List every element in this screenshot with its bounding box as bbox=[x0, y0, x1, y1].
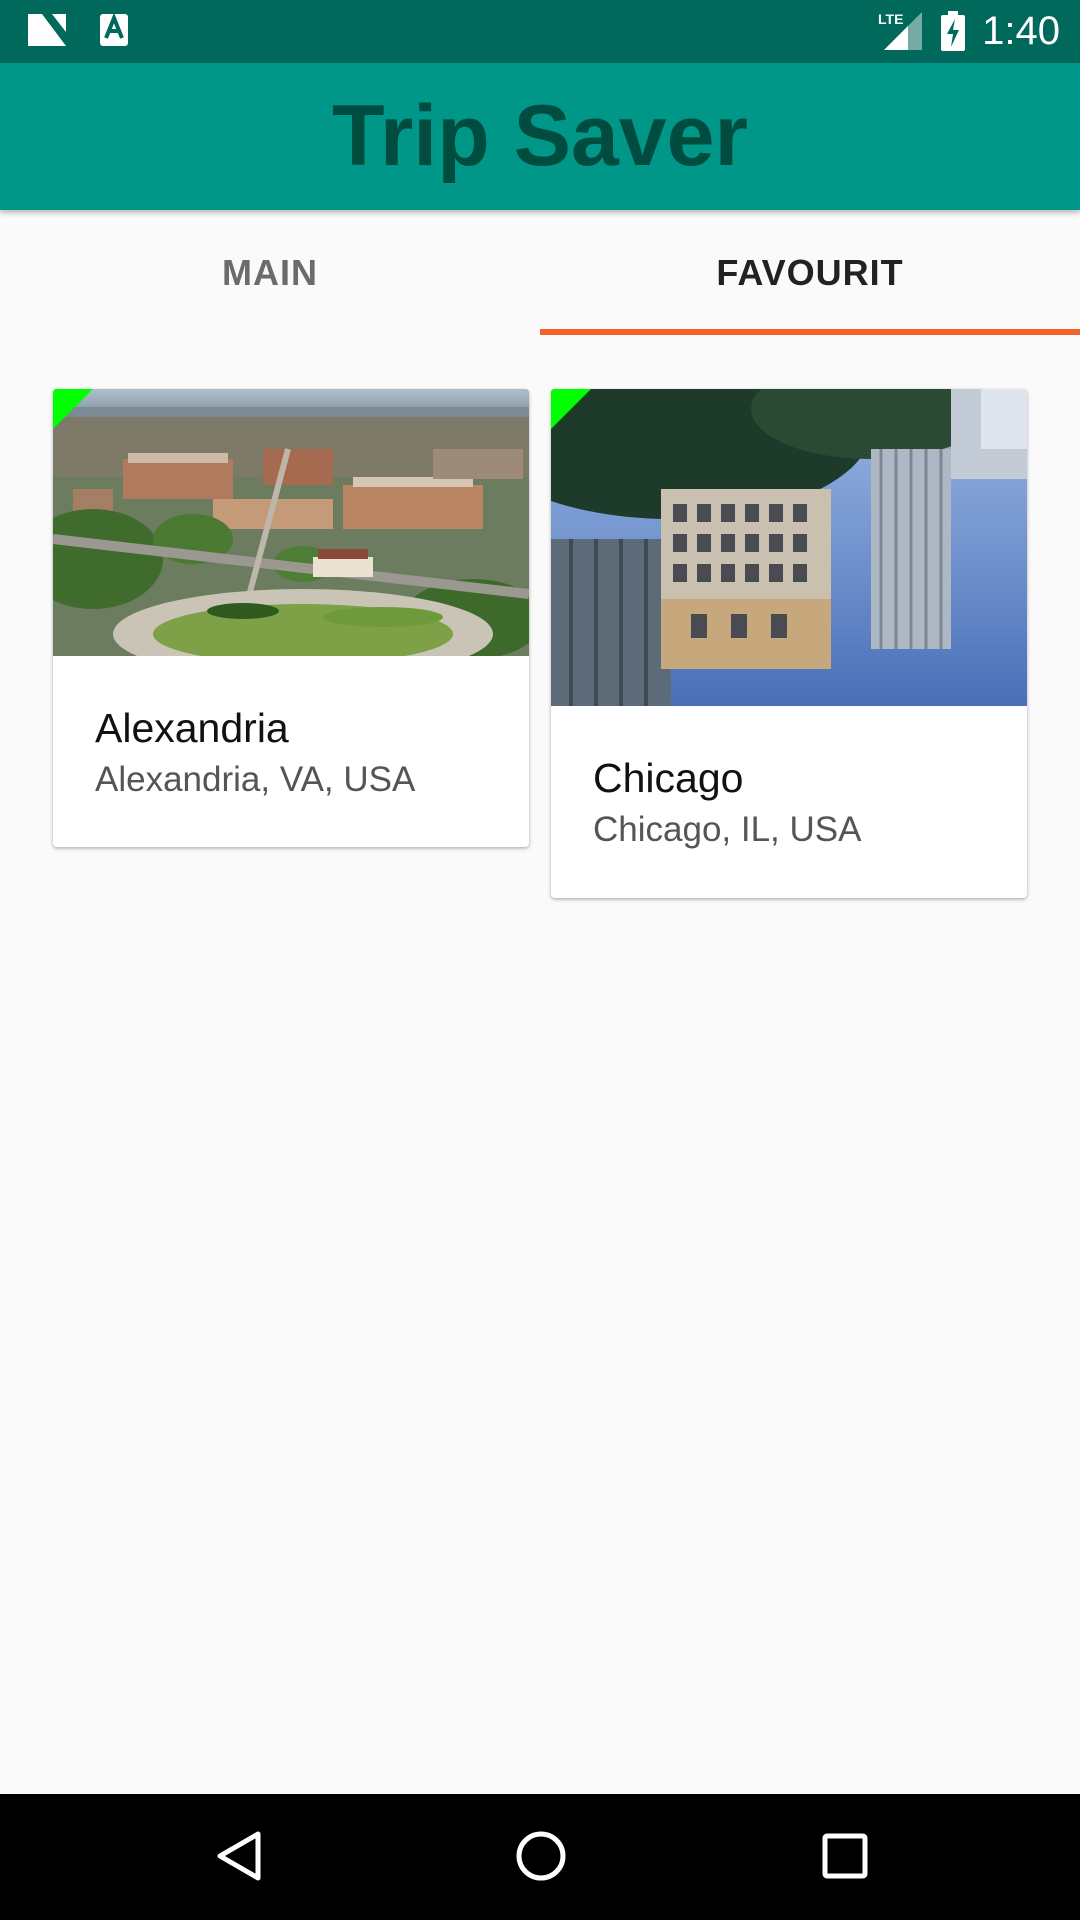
card-subtitle: Alexandria, VA, USA bbox=[95, 760, 416, 799]
back-icon[interactable] bbox=[210, 1826, 270, 1891]
a-notification-icon bbox=[98, 12, 130, 48]
recents-icon[interactable] bbox=[820, 1826, 870, 1891]
home-icon[interactable] bbox=[514, 1826, 568, 1891]
card-title: Alexandria bbox=[95, 705, 289, 751]
alexandria-photo bbox=[53, 389, 529, 656]
app-title: Trip Saver bbox=[332, 88, 748, 184]
card-title: Chicago bbox=[593, 755, 744, 801]
battery-charging-icon bbox=[940, 11, 966, 51]
n-notification-icon bbox=[26, 12, 68, 48]
tab-selected-indicator bbox=[540, 329, 1080, 335]
status-bar: LTE 1:40 bbox=[0, 0, 1080, 63]
lte-signal-icon: LTE bbox=[878, 10, 924, 52]
svg-text:LTE: LTE bbox=[878, 11, 903, 27]
tab-bar: MAIN FAVOURIT bbox=[0, 210, 1080, 335]
system-nav-bar bbox=[0, 1794, 1080, 1920]
card-subtitle: Chicago, IL, USA bbox=[593, 810, 862, 849]
favourite-marker bbox=[53, 389, 93, 429]
favourite-marker bbox=[551, 389, 591, 429]
status-time: 1:40 bbox=[982, 9, 1060, 53]
tab-main[interactable]: MAIN bbox=[0, 210, 540, 335]
tab-favourit[interactable]: FAVOURIT bbox=[540, 210, 1080, 335]
place-card-chicago[interactable]: Chicago Chicago, IL, USA bbox=[551, 389, 1027, 898]
app-bar: Trip Saver bbox=[0, 63, 1080, 210]
place-card-alexandria[interactable]: Alexandria Alexandria, VA, USA bbox=[53, 389, 529, 847]
chicago-photo bbox=[551, 389, 1027, 706]
